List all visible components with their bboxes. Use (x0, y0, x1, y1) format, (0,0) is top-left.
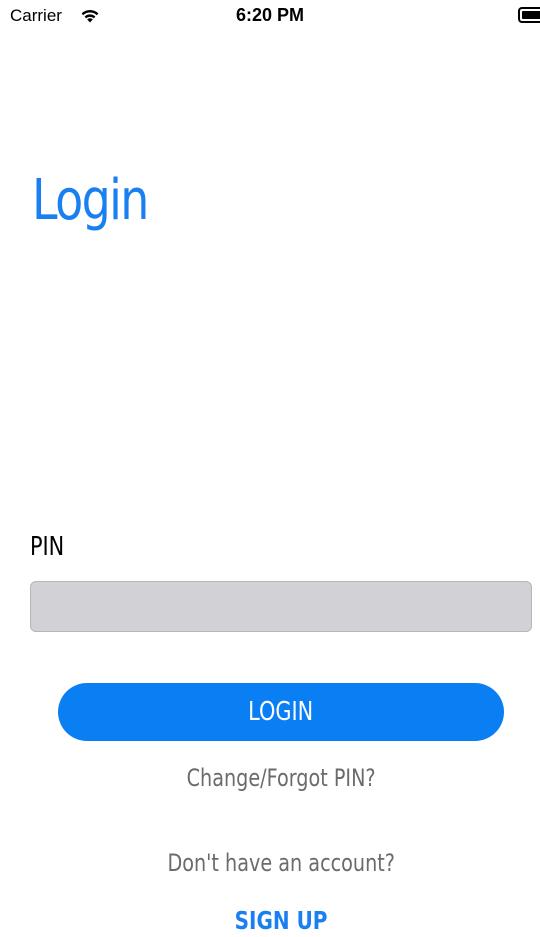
login-button[interactable]: LOGIN (58, 683, 504, 741)
page-title: Login (32, 168, 149, 233)
signup-label: SIGN UP (234, 906, 328, 935)
battery-icon (518, 7, 540, 23)
no-account-text: Don't have an account? (0, 849, 540, 877)
pin-input[interactable] (30, 581, 532, 632)
login-button-label: LOGIN (248, 697, 314, 727)
pin-label: PIN (30, 532, 65, 562)
login-screen: Carrier 6:20 PM Login PIN LOGIN Change/F… (0, 0, 540, 937)
status-bar: Carrier 6:20 PM (0, 0, 540, 34)
signup-link[interactable]: SIGN UP (0, 906, 540, 935)
forgot-pin-label: Change/Forgot PIN? (186, 764, 376, 792)
battery-fill (522, 11, 540, 19)
no-account-label: Don't have an account? (167, 849, 395, 877)
status-time: 6:20 PM (235, 5, 305, 25)
forgot-pin-link[interactable]: Change/Forgot PIN? (0, 764, 540, 792)
